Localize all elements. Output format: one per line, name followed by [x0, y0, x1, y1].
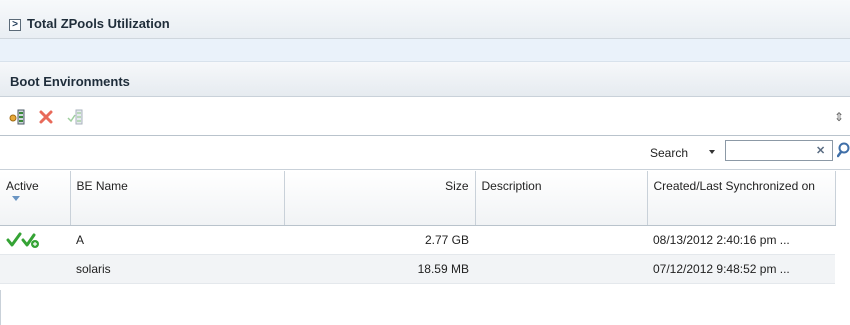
column-header-created[interactable]: Created/Last Synchronized on	[647, 171, 836, 226]
size-cell: 2.77 GB	[284, 225, 475, 255]
column-header-be-name[interactable]: BE Name	[70, 171, 285, 226]
expand-icon[interactable]: >	[9, 19, 21, 31]
description-cell	[475, 254, 647, 284]
panel-border	[0, 290, 1, 325]
active-cell	[0, 225, 70, 255]
description-cell	[475, 225, 647, 255]
delete-icon[interactable]	[38, 109, 54, 125]
created-cell: 08/13/2012 2:40:16 pm ...	[647, 225, 835, 255]
table-header-row: Active BE Name Size Description Created/…	[0, 171, 836, 226]
boot-environments-table: Active BE Name Size Description Created/…	[0, 171, 836, 284]
column-header-description[interactable]: Description	[475, 171, 648, 226]
created-cell: 07/12/2012 9:48:52 pm ...	[647, 254, 835, 284]
table-row[interactable]: solaris 18.59 MB 07/12/2012 9:48:52 pm .…	[0, 254, 835, 284]
column-header-size[interactable]: Size	[284, 171, 476, 226]
zpools-content-band	[0, 39, 850, 62]
zpools-title: Total ZPools Utilization	[27, 16, 170, 31]
sort-descending-icon[interactable]	[12, 196, 20, 201]
clear-icon[interactable]: ✕	[816, 144, 825, 157]
table-row[interactable]: A 2.77 GB 08/13/2012 2:40:16 pm ...	[0, 225, 835, 255]
search-dropdown-icon[interactable]	[709, 150, 715, 154]
active-cell	[0, 254, 70, 284]
column-label-active: Active	[6, 179, 39, 193]
boot-environments-title: Boot Environments	[10, 74, 130, 89]
column-header-active[interactable]: Active	[0, 171, 71, 226]
search-bar: Search ✕	[0, 136, 850, 170]
activate-be-icon[interactable]	[67, 109, 83, 125]
search-label[interactable]: Search	[650, 146, 688, 160]
search-icon[interactable]	[837, 141, 850, 159]
active-check-icon	[6, 232, 39, 248]
boot-environments-header: Boot Environments	[0, 62, 850, 97]
be-name-cell: solaris	[70, 254, 284, 284]
be-name-cell: A	[70, 225, 284, 255]
zpools-panel-header[interactable]: > Total ZPools Utilization	[0, 0, 850, 39]
create-be-icon[interactable]	[9, 109, 25, 125]
boot-env-toolbar: ⇕	[0, 97, 850, 136]
size-cell: 18.59 MB	[284, 254, 475, 284]
refresh-icon[interactable]: ⇕	[834, 109, 844, 125]
